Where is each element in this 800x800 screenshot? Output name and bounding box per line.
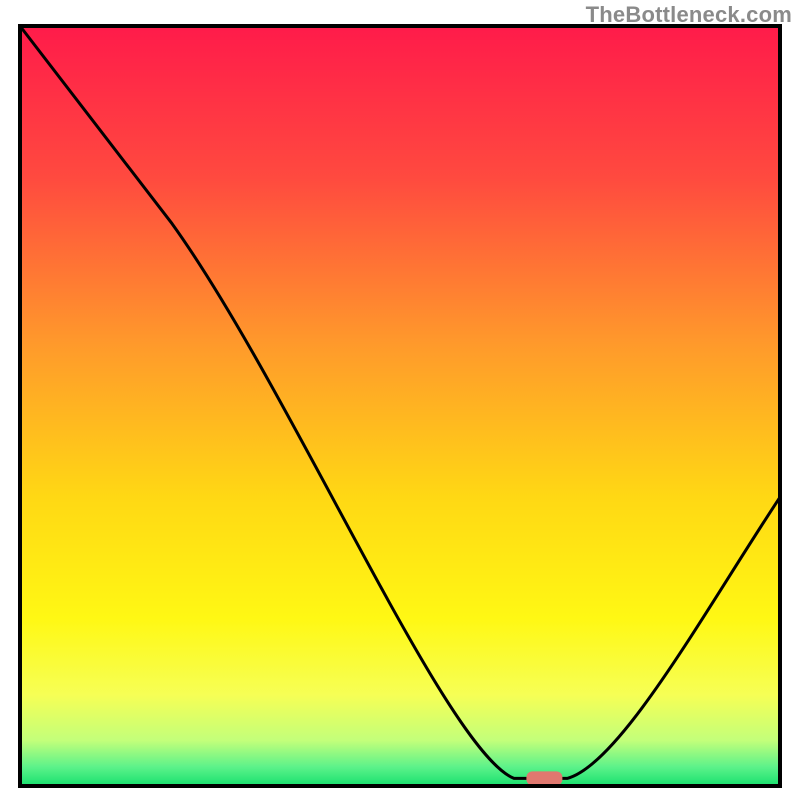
- watermark-text: TheBottleneck.com: [586, 2, 792, 28]
- optimal-marker: [526, 771, 562, 785]
- chart-stage: TheBottleneck.com: [0, 0, 800, 800]
- bottleneck-chart-svg: [0, 0, 800, 800]
